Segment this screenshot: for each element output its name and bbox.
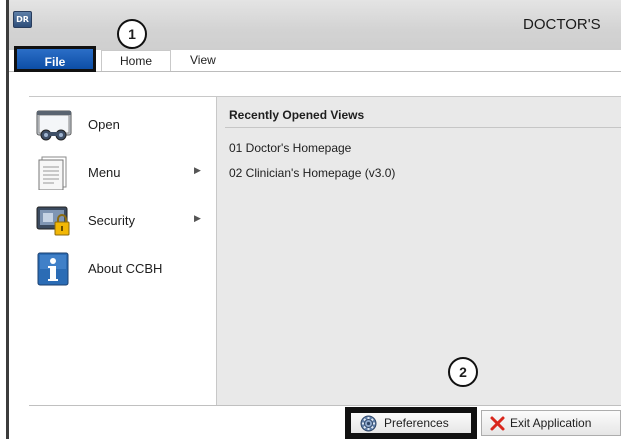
info-icon [36, 252, 72, 286]
document-menu-icon [36, 156, 72, 191]
app-icon[interactable]: DR [13, 11, 32, 28]
menu-item-open-label: Open [88, 117, 120, 132]
recent-views-heading: Recently Opened Views [229, 108, 365, 122]
callout-marker-2: 2 [448, 357, 478, 387]
tab-view[interactable]: View [190, 50, 230, 71]
menu-item-security-label: Security [88, 213, 135, 228]
menu-item-menu-label: Menu [88, 165, 121, 180]
preferences-button-label: Preferences [384, 416, 449, 430]
tab-home[interactable]: Home [101, 50, 171, 71]
open-folder-icon [36, 108, 72, 142]
menu-item-about-label: About CCBH [88, 261, 163, 276]
tab-file[interactable]: File [14, 46, 96, 72]
submenu-arrow-icon: ▶ [194, 166, 201, 176]
exit-application-button-label: Exit Application [510, 416, 592, 430]
recent-views-divider [225, 127, 621, 128]
recent-view-item[interactable]: 02 Clinician's Homepage (v3.0) [229, 166, 395, 180]
exit-application-button[interactable]: Exit Application [481, 410, 621, 436]
menu-item-menu[interactable]: Menu ▶ [36, 150, 211, 194]
menu-item-about[interactable]: About CCBH [36, 246, 211, 290]
security-lock-icon [36, 204, 72, 238]
menu-item-open[interactable]: Open [36, 102, 211, 146]
preferences-button[interactable]: Preferences [345, 407, 477, 439]
window-title: DOCTOR'S [523, 16, 601, 33]
ribbon-divider [9, 71, 621, 72]
recent-view-item[interactable]: 01 Doctor's Homepage [229, 141, 351, 155]
menu-item-security[interactable]: Security ▶ [36, 198, 211, 242]
submenu-arrow-icon: ▶ [194, 214, 201, 224]
gear-icon [360, 415, 377, 432]
close-icon [489, 415, 506, 432]
callout-marker-1: 1 [117, 19, 147, 49]
